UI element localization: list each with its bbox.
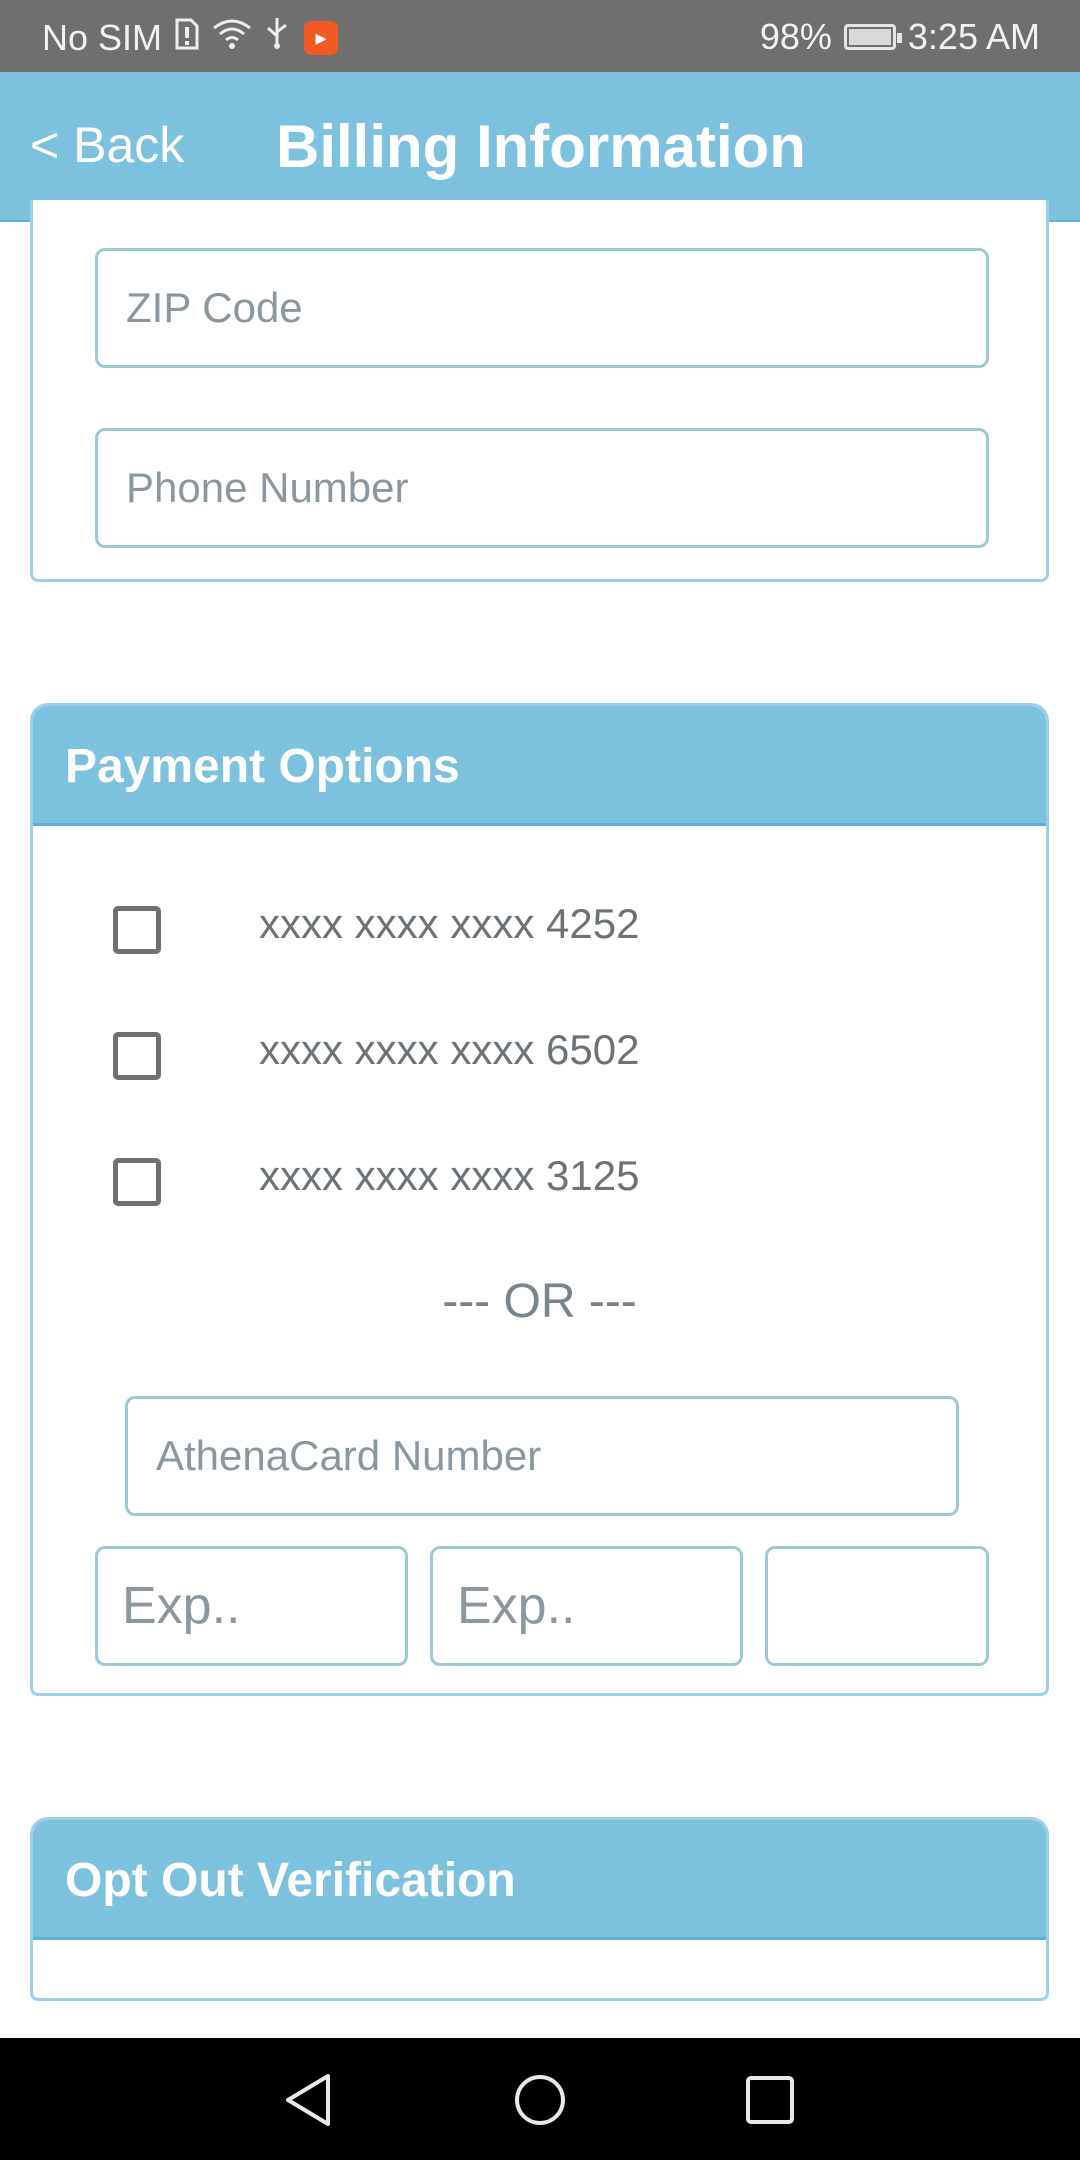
- phone-number-field[interactable]: Phone Number: [95, 428, 989, 548]
- battery-charging-icon: [843, 24, 902, 50]
- saved-card-option[interactable]: xxxx xxxx xxxx 6502: [113, 1026, 913, 1102]
- carrier-text: No SIM: [42, 16, 163, 58]
- battery-percent: 98%: [759, 16, 832, 57]
- back-nav-icon[interactable]: [280, 2072, 340, 2133]
- back-button[interactable]: < Back: [30, 116, 184, 174]
- saved-card-option[interactable]: xxxx xxxx xxxx 3125: [113, 1152, 913, 1228]
- exp-month-placeholder: Exp..: [122, 1577, 241, 1635]
- recents-nav-icon[interactable]: [740, 2072, 800, 2133]
- exp-month-field[interactable]: Exp..: [95, 1546, 408, 1666]
- saved-card-label: xxxx xxxx xxxx 6502: [259, 1026, 640, 1073]
- saved-card-checkbox[interactable]: [113, 1158, 161, 1206]
- or-separator: --- OR ---: [442, 1275, 637, 1328]
- opt-out-card: Opt Out Verification: [30, 1817, 1049, 2001]
- status-bar: No SIM ▸ 98% 3:25 AM: [0, 0, 1080, 72]
- sim-alert-icon: [174, 17, 200, 59]
- exp-year-placeholder: Exp..: [457, 1577, 576, 1635]
- cvv-field[interactable]: [765, 1546, 989, 1666]
- saved-card-checkbox[interactable]: [113, 1032, 161, 1080]
- athenacard-number-placeholder: AthenaCard Number: [156, 1432, 542, 1479]
- opt-out-title: Opt Out Verification: [33, 1820, 1046, 1940]
- phone-number-placeholder: Phone Number: [126, 464, 409, 511]
- navigation-bar: [0, 2038, 1080, 2160]
- exp-year-field[interactable]: Exp..: [430, 1546, 743, 1666]
- athenacard-number-field[interactable]: AthenaCard Number: [125, 1396, 959, 1516]
- payment-options-title: Payment Options: [33, 706, 1046, 826]
- status-bar-left: No SIM ▸: [42, 16, 339, 59]
- payment-options-card: Payment Options xxxx xxxx xxxx 4252 xxxx…: [30, 703, 1049, 1696]
- page-title: Billing Information: [276, 113, 806, 180]
- saved-card-label: xxxx xxxx xxxx 4252: [259, 900, 640, 947]
- saved-card-checkbox[interactable]: [113, 906, 161, 954]
- status-bar-right: 98% 3:25 AM: [760, 16, 1040, 58]
- home-nav-icon[interactable]: [510, 2072, 570, 2133]
- app-notification-icon: ▸: [304, 20, 339, 55]
- saved-card-label: xxxx xxxx xxxx 3125: [259, 1152, 640, 1199]
- zip-code-field[interactable]: ZIP Code: [95, 248, 989, 368]
- usb-icon: [264, 16, 290, 59]
- wifi-icon: [212, 17, 252, 59]
- clock: 3:25 AM: [907, 16, 1040, 57]
- address-card: ZIP Code Phone Number: [30, 200, 1049, 582]
- saved-card-option[interactable]: xxxx xxxx xxxx 4252: [113, 900, 913, 976]
- zip-code-placeholder: ZIP Code: [126, 284, 303, 331]
